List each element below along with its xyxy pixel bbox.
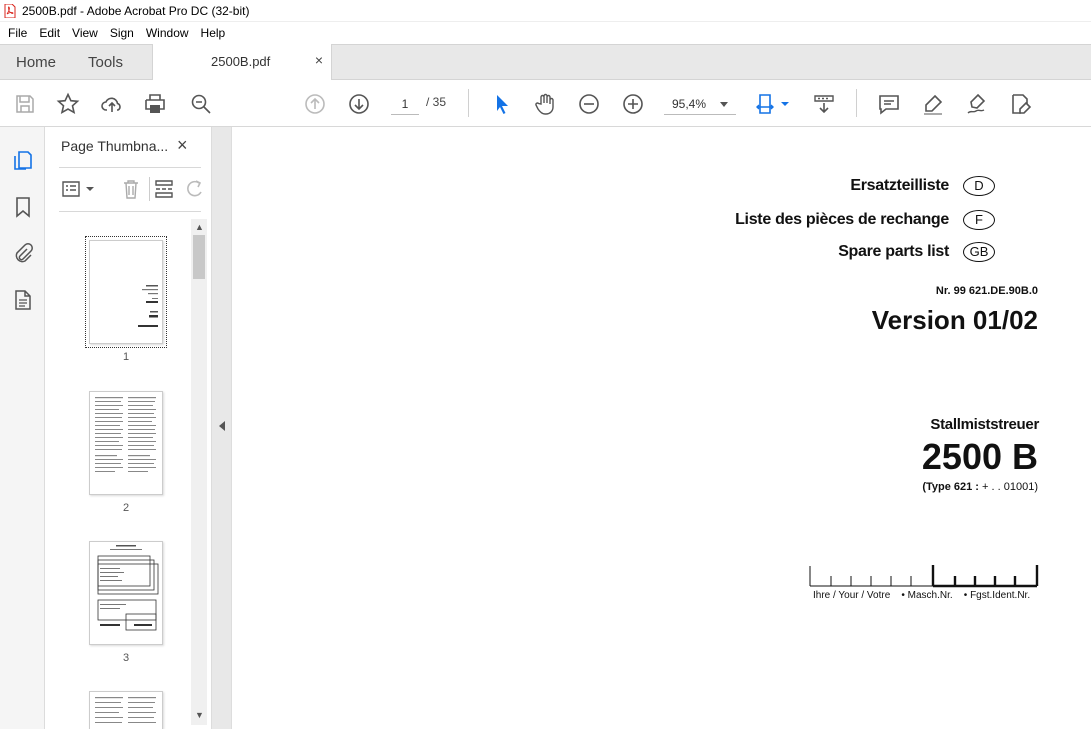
page-number-input[interactable]: 1 [391, 93, 419, 115]
menu-file[interactable]: File [2, 26, 33, 40]
upload-cloud-icon[interactable] [99, 91, 125, 117]
document-version: Version 01/02 [871, 305, 1038, 335]
close-panel-icon[interactable]: × [177, 135, 188, 156]
undo-rotate-icon[interactable] [183, 177, 207, 201]
zoom-in-icon[interactable] [620, 91, 646, 117]
menu-bar: File Edit View Sign Window Help [0, 22, 1091, 44]
page-thumbnail-1[interactable] [85, 236, 167, 348]
language-label: Ersatzteilliste [850, 177, 949, 194]
page-thumbnail-4[interactable] [89, 691, 163, 729]
thumbnail-1-preview [138, 285, 158, 327]
panel-title: Page Thumbna... [61, 138, 169, 154]
page-thumbnail-2[interactable] [89, 391, 163, 495]
thumbnail-2-label: 2 [122, 502, 130, 514]
tab-home[interactable]: Home [16, 54, 56, 71]
edit-pdf-icon[interactable] [1008, 91, 1034, 117]
toolbar-divider [468, 89, 469, 117]
toolbar-divider [856, 89, 857, 117]
thumbnail-options-icon[interactable] [59, 177, 97, 201]
star-icon[interactable] [55, 91, 81, 117]
page-fit-icon[interactable] [754, 91, 792, 117]
thumbnail-4-preview [95, 697, 156, 723]
document-number: Nr. 99 621.DE.90B.0 [935, 285, 1038, 297]
title-bar: 2500B.pdf - Adobe Acrobat Pro DC (32-bit… [0, 0, 1091, 22]
page-thumbnails-icon[interactable] [10, 147, 36, 173]
left-navigation-rail [0, 127, 45, 729]
tab-tools[interactable]: Tools [88, 54, 123, 71]
language-badge: F [963, 210, 995, 230]
language-row-d: Ersatzteilliste D [850, 176, 995, 196]
next-page-icon[interactable] [346, 91, 372, 117]
scroll-up-icon[interactable]: ▲ [195, 222, 204, 232]
chevron-down-icon [720, 102, 728, 107]
highlight-pen-icon[interactable] [920, 91, 946, 117]
toolbar-divider [149, 177, 150, 201]
serial-number-labels: Ihre / Your / Votre • Masch.Nr. • Fgst.I… [813, 590, 1031, 601]
language-badge: GB [963, 242, 995, 262]
language-label: Spare parts list [838, 243, 949, 260]
page-thumbnail-3[interactable] [89, 541, 163, 645]
collapse-panel-arrow-icon[interactable] [219, 421, 225, 431]
panel-divider [59, 167, 201, 168]
panel-divider [59, 211, 201, 212]
product-model: 2500 B [921, 436, 1038, 477]
type-prefix: (Type 621 : [922, 481, 979, 493]
thumbnail-scrollbar[interactable]: ▲ ▼ [191, 219, 207, 725]
thumbnail-3-label: 3 [122, 652, 130, 664]
window-title: 2500B.pdf - Adobe Acrobat Pro DC (32-bit… [22, 3, 250, 18]
menu-view[interactable]: View [66, 26, 104, 40]
type-suffix: + . . 01001) [982, 481, 1038, 493]
menu-help[interactable]: Help [195, 26, 232, 40]
language-row-f: Liste des pièces de rechange F [735, 210, 995, 230]
product-name: Stallmiststreuer [930, 416, 1039, 433]
menu-sign[interactable]: Sign [104, 26, 140, 40]
thumbnail-1-label: 1 [122, 351, 130, 363]
pdf-app-icon [4, 3, 16, 18]
main-toolbar: 1 / 35 95,4% [0, 80, 1091, 127]
sign-pen-icon[interactable] [964, 91, 990, 117]
product-type: (Type 621 : + . . 01001) [922, 481, 1038, 493]
thumbnail-3-preview [97, 545, 159, 631]
document-page: Ersatzteilliste D Liste des pièces de re… [233, 127, 1091, 729]
zoom-level-select[interactable]: 95,4% [664, 93, 736, 115]
menu-window[interactable]: Window [140, 26, 195, 40]
attachment-paperclip-icon[interactable] [10, 240, 36, 266]
zoom-search-icon[interactable] [188, 91, 214, 117]
panel-collapse-gutter [212, 127, 232, 729]
language-badge: D [963, 176, 995, 196]
select-cursor-icon[interactable] [489, 91, 515, 117]
print-icon[interactable] [142, 91, 168, 117]
tab-bar: Home Tools 2500B.pdf × [0, 44, 1091, 80]
comment-icon[interactable] [876, 91, 902, 117]
delete-trash-icon[interactable] [119, 177, 143, 201]
zoom-level-value: 95,4% [672, 97, 707, 111]
serial-number-ruler [809, 565, 1039, 588]
save-icon[interactable] [12, 91, 38, 117]
scrollbar-thumb[interactable] [193, 235, 205, 279]
zoom-out-icon[interactable] [576, 91, 602, 117]
page-total: / 35 [426, 95, 447, 109]
tab-document-label: 2500B.pdf [211, 54, 271, 69]
tab-document[interactable]: 2500B.pdf × [152, 44, 332, 80]
language-row-gb: Spare parts list GB [838, 242, 995, 262]
previous-page-icon[interactable] [302, 91, 328, 117]
document-layers-icon[interactable] [10, 287, 36, 313]
extract-pages-icon[interactable] [152, 177, 176, 201]
bookmark-icon[interactable] [10, 194, 36, 220]
hand-tool-icon[interactable] [532, 91, 558, 117]
scroll-mode-icon[interactable] [811, 91, 837, 117]
page-thumbnails-panel: Page Thumbna... × 1 2 3 [45, 127, 212, 729]
language-label: Liste des pièces de rechange [735, 211, 949, 228]
close-tab-icon[interactable]: × [315, 52, 323, 68]
scroll-down-icon[interactable]: ▼ [195, 710, 204, 720]
thumbnail-2-preview [95, 397, 156, 472]
menu-edit[interactable]: Edit [33, 26, 66, 40]
